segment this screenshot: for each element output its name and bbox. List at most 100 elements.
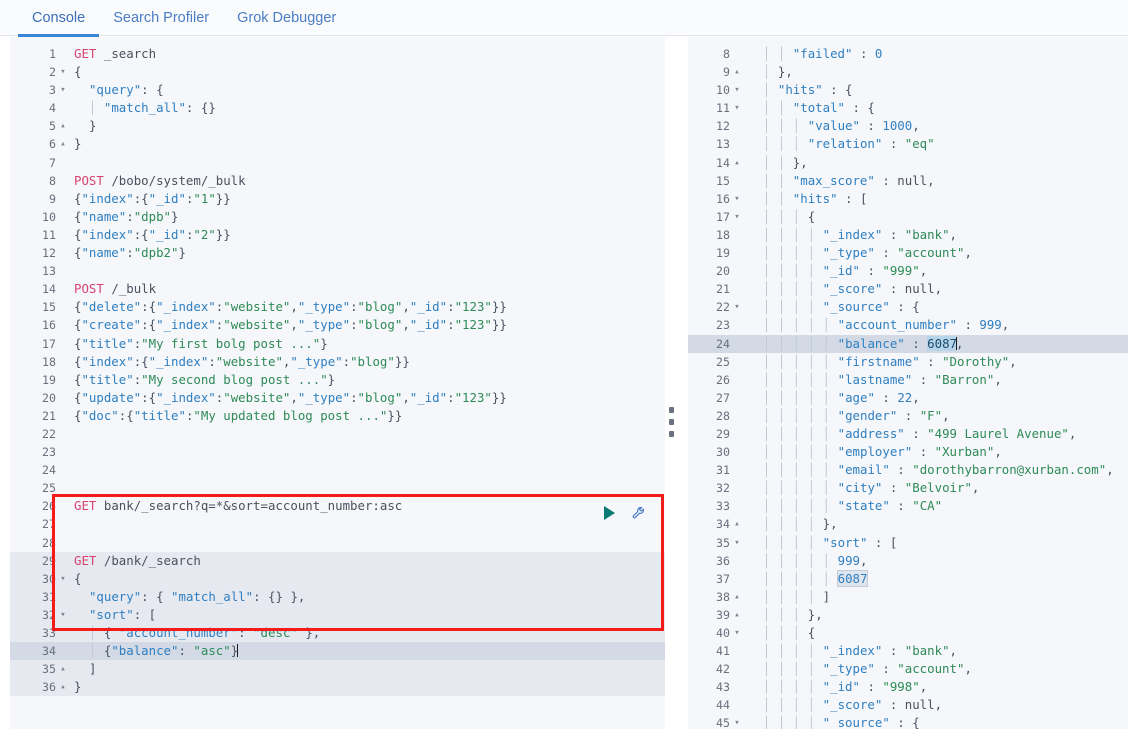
response-line[interactable]: 31 │ │ │ │ │ "email" : "dorothybarron@xu… xyxy=(688,461,1128,479)
response-line[interactable]: 19 │ │ │ │ "_type" : "account", xyxy=(688,244,1128,262)
response-line[interactable]: 37 │ │ │ │ │ 6087 xyxy=(688,569,1128,588)
editor-line[interactable]: 21 {"doc":{"title":"My updated blog post … xyxy=(10,407,665,425)
response-line[interactable]: 26 │ │ │ │ │ "lastname" : "Barron", xyxy=(688,371,1128,389)
response-line[interactable]: 28 │ │ │ │ │ "gender" : "F", xyxy=(688,407,1128,425)
editor-line[interactable]: 15 {"delete":{"_index":"website","_type":… xyxy=(10,298,665,316)
response-line[interactable]: 8 │ │ "failed" : 0 xyxy=(688,45,1128,63)
editor-line[interactable]: 6 ▴} xyxy=(10,135,665,153)
fold-toggle-icon[interactable]: ▾ xyxy=(732,99,742,117)
fold-toggle-icon[interactable]: ▾ xyxy=(732,534,742,552)
play-icon[interactable] xyxy=(604,505,615,520)
fold-toggle-icon[interactable]: ▾ xyxy=(732,190,742,208)
response-line[interactable]: 23 │ │ │ │ │ "account_number" : 999, xyxy=(688,316,1128,334)
response-line[interactable]: 27 │ │ │ │ │ "age" : 22, xyxy=(688,389,1128,407)
editor-line[interactable]: 11 {"index":{"_id":"2"}} xyxy=(10,226,665,244)
editor-line[interactable]: 8 POST /bobo/system/_bulk xyxy=(10,172,665,190)
response-line[interactable]: 21 │ │ │ │ "_score" : null, xyxy=(688,280,1128,298)
response-line[interactable]: 15 │ │ "max_score" : null, xyxy=(688,172,1128,190)
response-line[interactable]: 41 │ │ │ │ "_index" : "bank", xyxy=(688,642,1128,660)
editor-line[interactable]: 26 GET bank/_search?q=*&sort=account_numb… xyxy=(10,497,665,515)
fold-toggle-icon[interactable]: ▴ xyxy=(732,515,742,533)
fold-toggle-icon[interactable]: ▾ xyxy=(732,81,742,99)
tab-search-profiler[interactable]: Search Profiler xyxy=(99,0,223,36)
response-line[interactable]: 24 │ │ │ │ │ "balance" : 6087, xyxy=(688,334,1128,353)
fold-toggle-icon[interactable]: ▾ xyxy=(732,298,742,316)
fold-toggle-icon[interactable]: ▴ xyxy=(732,588,742,606)
editor-line[interactable]: 10 {"name":"dpb"} xyxy=(10,208,665,226)
fold-toggle-icon[interactable]: ▴ xyxy=(732,606,742,624)
response-line[interactable]: 22 ▾ │ │ │ │ "_source" : { xyxy=(688,298,1128,316)
response-line[interactable]: 11 ▾ │ │ "total" : { xyxy=(688,99,1128,117)
response-line[interactable]: 10 ▾ │ "hits" : { xyxy=(688,81,1128,99)
editor-line[interactable]: 4 │ "match_all": {} xyxy=(10,99,665,117)
editor-line[interactable]: 3 ▾ "query": { xyxy=(10,81,665,99)
response-line[interactable]: 36 │ │ │ │ │ 999, xyxy=(688,552,1128,570)
editor-line[interactable]: 33 │ { "account_number": "desc" }, xyxy=(10,624,665,643)
fold-toggle-icon[interactable]: ▾ xyxy=(732,624,742,642)
fold-toggle-icon[interactable]: ▴ xyxy=(58,135,68,153)
editor-line[interactable]: 5 ▴ } xyxy=(10,117,665,135)
response-line[interactable]: 16 ▾ │ │ "hits" : [ xyxy=(688,190,1128,208)
response-line[interactable]: 43 │ │ │ │ "_id" : "998", xyxy=(688,678,1128,696)
fold-toggle-icon[interactable]: ▴ xyxy=(732,63,742,81)
fold-toggle-icon[interactable]: ▾ xyxy=(732,714,742,729)
editor-line[interactable]: 14 POST /_bulk xyxy=(10,280,665,298)
response-line[interactable]: 30 │ │ │ │ │ "employer" : "Xurban", xyxy=(688,443,1128,461)
fold-toggle-icon[interactable]: ▾ xyxy=(58,606,68,624)
editor-line[interactable]: 25 xyxy=(10,479,665,497)
editor-line[interactable]: 27 xyxy=(10,515,665,533)
editor-line[interactable]: 7 xyxy=(10,154,665,172)
response-line[interactable]: 25 │ │ │ │ │ "firstname" : "Dorothy", xyxy=(688,353,1128,371)
fold-toggle-icon[interactable]: ▾ xyxy=(58,81,68,99)
editor-line[interactable]: 29 GET /bank/_search xyxy=(10,551,665,570)
response-line[interactable]: 33 │ │ │ │ │ "state" : "CA" xyxy=(688,497,1128,515)
response-line[interactable]: 35 ▾ │ │ │ │ "sort" : [ xyxy=(688,534,1128,552)
fold-toggle-icon[interactable]: ▾ xyxy=(58,570,68,588)
response-line[interactable]: 9 ▴ │ }, xyxy=(688,63,1128,81)
fold-toggle-icon[interactable]: ▾ xyxy=(58,63,68,81)
response-line[interactable]: 18 │ │ │ │ "_index" : "bank", xyxy=(688,226,1128,244)
response-viewer-lines[interactable]: 8 │ │ "failed" : 0 9 ▴ │ }, 10 ▾ │ "hits" : … xyxy=(688,45,1128,729)
editor-line[interactable]: 22 xyxy=(10,425,665,443)
response-line[interactable]: 32 │ │ │ │ │ "city" : "Belvoir", xyxy=(688,479,1128,497)
fold-toggle-icon[interactable]: ▾ xyxy=(732,208,742,226)
response-line[interactable]: 13 │ │ │ "relation" : "eq" xyxy=(688,135,1128,153)
request-editor-lines[interactable]: 1 GET _search 2 ▾{3 ▾ "query": {4 │ "match_a… xyxy=(10,45,665,697)
response-line[interactable]: 40 ▾ │ │ │ { xyxy=(688,624,1128,642)
response-line[interactable]: 14 ▴ │ │ }, xyxy=(688,154,1128,172)
fold-toggle-icon[interactable]: ▴ xyxy=(58,660,68,678)
response-line[interactable]: 45 ▾ │ │ │ │ "_source" : { xyxy=(688,714,1128,729)
response-line[interactable]: 17 ▾ │ │ │ { xyxy=(688,208,1128,226)
pane-resize-grip-icon[interactable] xyxy=(667,407,675,437)
editor-line[interactable]: 19 {"title":"My second blog post ..."} xyxy=(10,371,665,389)
editor-line[interactable]: 35 ▴ ] xyxy=(10,660,665,679)
wrench-icon[interactable] xyxy=(631,504,648,521)
fold-toggle-icon[interactable]: ▴ xyxy=(58,678,68,696)
request-editor[interactable]: 1 GET _search 2 ▾{3 ▾ "query": {4 │ "match_a… xyxy=(10,37,665,729)
editor-line[interactable]: 32 ▾ "sort": [ xyxy=(10,605,665,624)
editor-line[interactable]: 1 GET _search xyxy=(10,45,665,63)
editor-line[interactable]: 24 xyxy=(10,461,665,479)
response-line[interactable]: 44 │ │ │ │ "_score" : null, xyxy=(688,696,1128,714)
editor-line[interactable]: 36 ▴} xyxy=(10,678,665,697)
editor-line[interactable]: 16 {"create":{"_index":"website","_type":… xyxy=(10,316,665,334)
editor-line[interactable]: 9 {"index":{"_id":"1"}} xyxy=(10,190,665,208)
response-line[interactable]: 20 │ │ │ │ "_id" : "999", xyxy=(688,262,1128,280)
response-line[interactable]: 38 ▴ │ │ │ │ ] xyxy=(688,588,1128,606)
editor-line[interactable]: 20 {"update":{"_index":"website","_type":… xyxy=(10,389,665,407)
response-line[interactable]: 12 │ │ │ "value" : 1000, xyxy=(688,117,1128,135)
tab-grok-debugger[interactable]: Grok Debugger xyxy=(223,0,350,36)
editor-line[interactable]: 12 {"name":"dpb2"} xyxy=(10,244,665,262)
editor-line[interactable]: 30 ▾ { xyxy=(10,569,665,588)
editor-line[interactable]: 18 {"index":{"_index":"website","_type":"… xyxy=(10,353,665,371)
response-line[interactable]: 34 ▴ │ │ │ │ }, xyxy=(688,515,1128,533)
editor-line[interactable]: 34 │ {"balance": "asc"} xyxy=(10,642,665,661)
response-line[interactable]: 42 │ │ │ │ "_type" : "account", xyxy=(688,660,1128,678)
editor-line[interactable]: 13 xyxy=(10,262,665,280)
editor-line[interactable]: 23 xyxy=(10,443,665,461)
tab-console[interactable]: Console xyxy=(18,0,100,37)
editor-line[interactable]: 31 "query": { "match_all": {} }, xyxy=(10,587,665,606)
response-viewer[interactable]: 8 │ │ "failed" : 0 9 ▴ │ }, 10 ▾ │ "hits" : … xyxy=(688,37,1128,729)
editor-line[interactable]: 2 ▾ { xyxy=(10,63,665,81)
editor-line[interactable]: 28 xyxy=(10,534,665,552)
